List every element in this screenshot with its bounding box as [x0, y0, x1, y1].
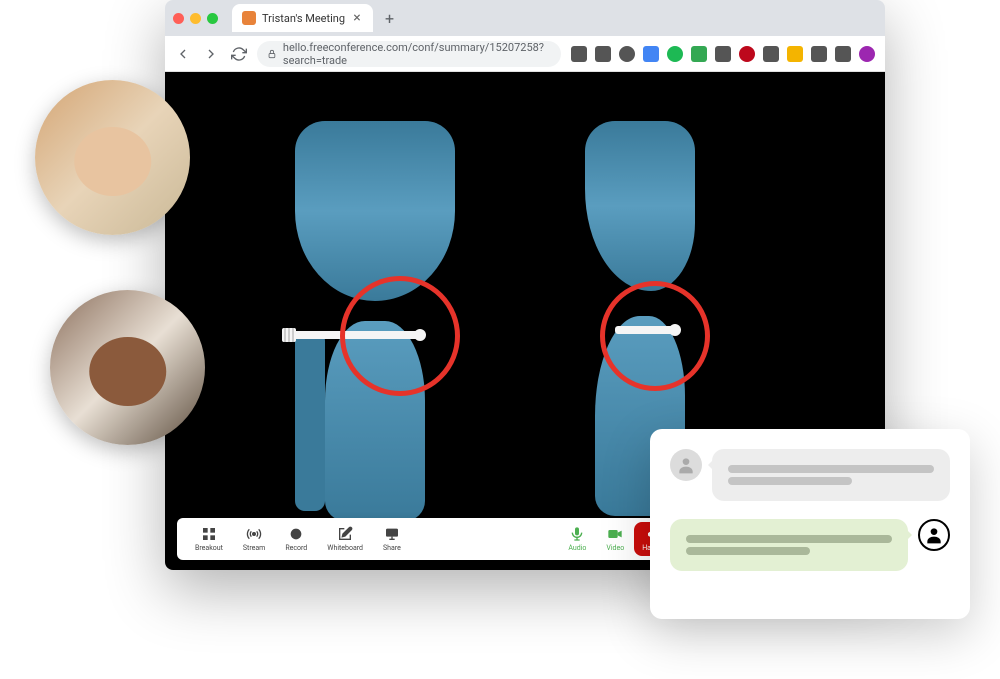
record-icon [288, 526, 304, 542]
close-window-button[interactable] [173, 13, 184, 24]
toolbar-label: Share [383, 544, 401, 552]
ext-icon[interactable] [715, 46, 731, 62]
toolbar-label: Audio [568, 544, 586, 552]
toolbar-label: Stream [243, 544, 265, 552]
ext-icon[interactable] [739, 46, 755, 62]
reload-icon[interactable] [231, 46, 247, 62]
profile-avatar-icon[interactable] [859, 46, 875, 62]
extension-icons [571, 46, 875, 62]
toolbar-label: Record [285, 544, 307, 552]
new-tab-button[interactable]: + [379, 9, 400, 28]
record-button[interactable]: Record [275, 526, 317, 552]
whiteboard-button[interactable]: Whiteboard [317, 526, 373, 552]
ext-icon[interactable] [763, 46, 779, 62]
ext-icon[interactable] [571, 46, 587, 62]
ext-icon[interactable] [619, 46, 635, 62]
minimize-window-button[interactable] [190, 13, 201, 24]
xray-image-frontal [245, 121, 505, 521]
broadcast-icon [246, 526, 262, 542]
ext-icon[interactable] [787, 46, 803, 62]
chat-panel [650, 429, 970, 619]
forward-icon[interactable] [203, 46, 219, 62]
microphone-icon [569, 526, 585, 542]
stream-button[interactable]: Stream [233, 526, 275, 552]
chat-message [670, 449, 950, 501]
tab-bar: Tristan's Meeting × + [165, 0, 885, 36]
audio-button[interactable]: Audio [558, 526, 596, 552]
ext-icon[interactable] [595, 46, 611, 62]
tab-title: Tristan's Meeting [262, 12, 345, 25]
nav-controls [175, 46, 247, 62]
toolbar-label: Whiteboard [327, 544, 363, 552]
edit-icon [337, 526, 353, 542]
maximize-window-button[interactable] [207, 13, 218, 24]
ext-icon[interactable] [667, 46, 683, 62]
camera-icon [607, 526, 623, 542]
window-controls [173, 13, 226, 24]
url-input[interactable]: hello.freeconference.com/conf/summary/15… [257, 41, 561, 67]
lock-icon [267, 48, 277, 60]
share-button[interactable]: Share [373, 526, 411, 552]
grid-icon [201, 526, 217, 542]
ext-icon[interactable] [691, 46, 707, 62]
back-icon[interactable] [175, 46, 191, 62]
menu-icon[interactable] [835, 46, 851, 62]
user-icon [670, 449, 702, 481]
annotation-circle [600, 281, 710, 391]
browser-tab[interactable]: Tristan's Meeting × [232, 4, 373, 32]
chat-bubble [712, 449, 950, 501]
url-text: hello.freeconference.com/conf/summary/15… [283, 41, 551, 67]
share-icon [384, 526, 400, 542]
meeting-toolbar: Breakout Stream Record Whiteboard [177, 518, 685, 560]
annotation-circle [340, 276, 460, 396]
tab-favicon-icon [242, 11, 256, 25]
ext-icon[interactable] [811, 46, 827, 62]
address-bar: hello.freeconference.com/conf/summary/15… [165, 36, 885, 72]
ext-icon[interactable] [643, 46, 659, 62]
video-button[interactable]: Video [596, 526, 634, 552]
chat-message [670, 519, 950, 571]
chat-bubble [670, 519, 908, 571]
close-tab-icon[interactable]: × [351, 12, 363, 24]
breakout-button[interactable]: Breakout [185, 526, 233, 552]
toolbar-label: Breakout [195, 544, 223, 552]
participant-avatar [50, 290, 205, 445]
participant-avatar [35, 80, 190, 235]
toolbar-label: Video [606, 544, 624, 552]
user-icon [918, 519, 950, 551]
